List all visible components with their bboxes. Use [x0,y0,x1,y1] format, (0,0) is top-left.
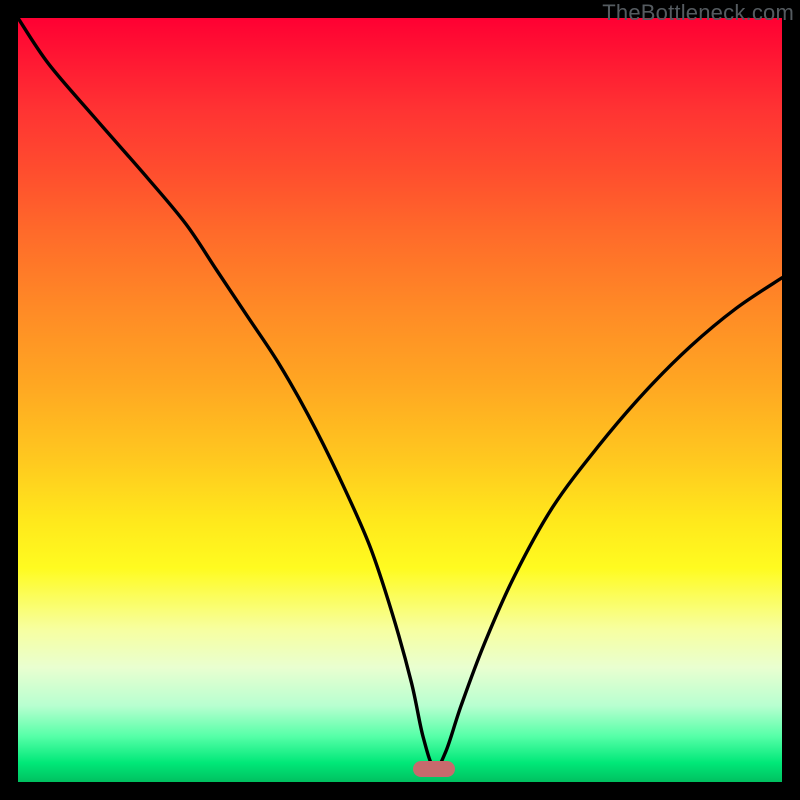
curve-layer [18,18,782,782]
minimum-marker [413,761,455,777]
chart-stage: TheBottleneck.com [0,0,800,800]
plot-area [18,18,782,782]
bottleneck-curve [18,18,782,769]
watermark-text: TheBottleneck.com [602,0,794,26]
